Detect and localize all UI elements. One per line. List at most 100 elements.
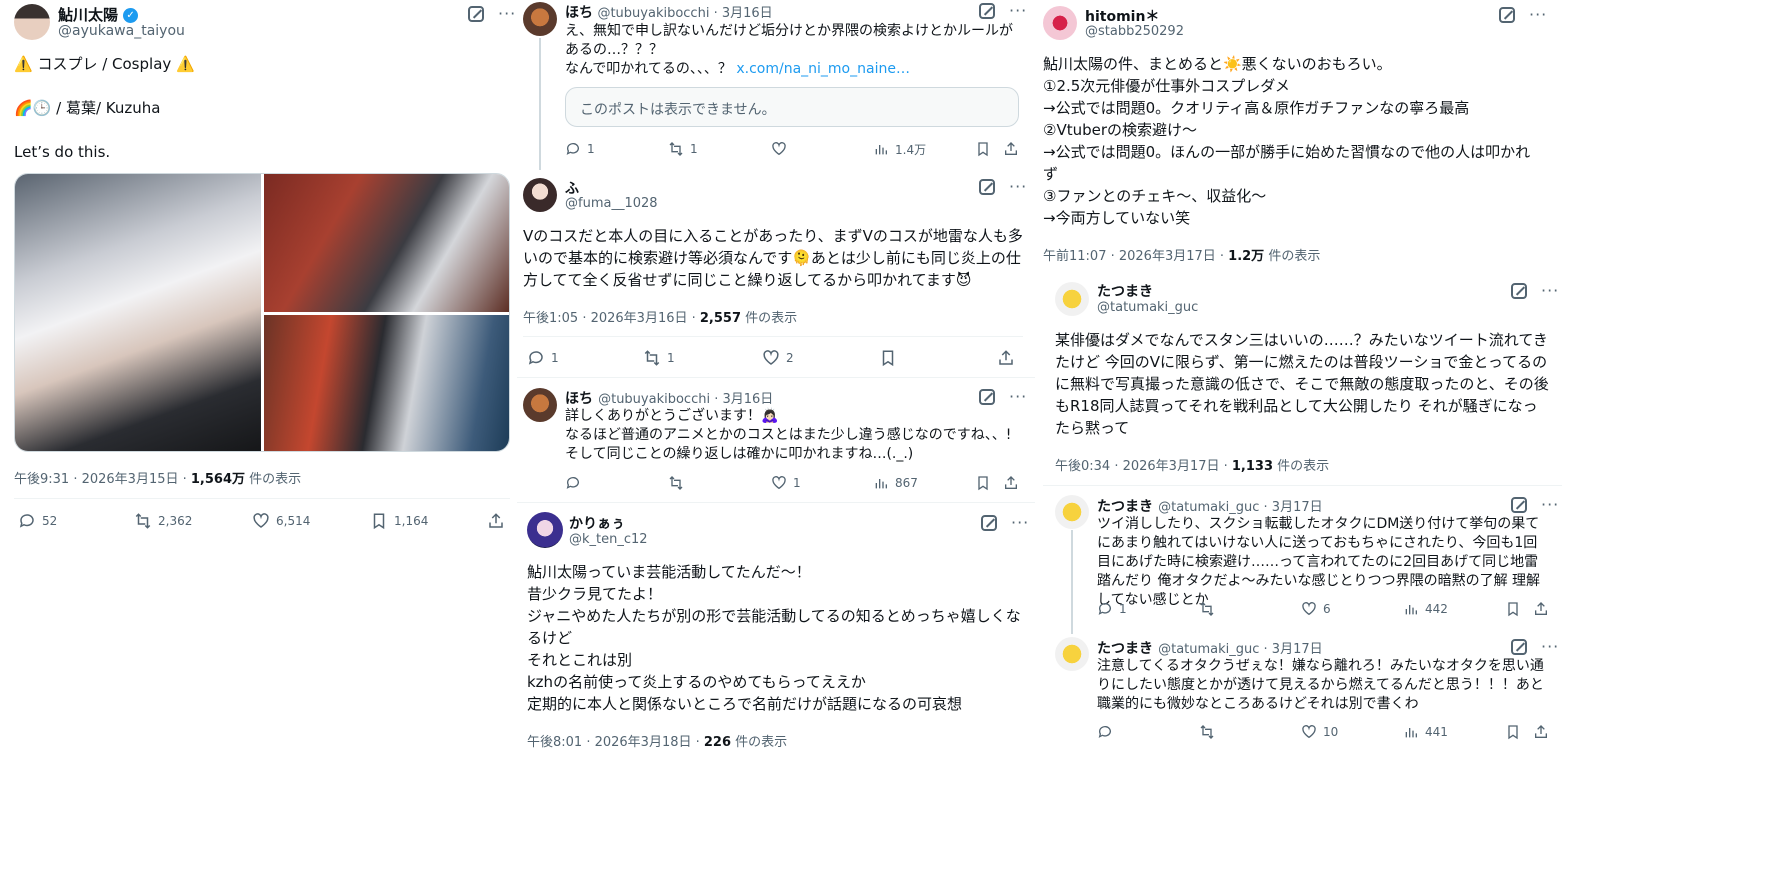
timestamp[interactable]: 午後8:01 · 2026年3月18日 · xyxy=(527,735,704,750)
grok-icon[interactable] xyxy=(1511,283,1527,299)
timestamp[interactable]: 午後9:31 · 2026年3月15日 · xyxy=(14,472,191,487)
author-name[interactable]: かりぁぅ xyxy=(569,513,625,533)
author-handle[interactable]: @tatumaki_guc · 3月17日 xyxy=(1158,500,1323,515)
author-handle[interactable]: @tubuyakibocchi · 3月16日 xyxy=(597,6,772,21)
bookmark-button[interactable]: 1,164 xyxy=(370,512,428,530)
views-button[interactable]: 442 xyxy=(1403,601,1448,617)
author-name[interactable]: ほち xyxy=(565,5,593,21)
grok-icon[interactable] xyxy=(979,389,995,405)
repost-button[interactable] xyxy=(668,475,690,491)
share-icon xyxy=(1005,476,1017,489)
reply-button[interactable]: 1 xyxy=(527,349,559,367)
bookmark-button[interactable] xyxy=(1505,601,1521,617)
author-handle[interactable]: @tatumaki_guc xyxy=(1097,300,1198,315)
repost-button[interactable] xyxy=(1199,601,1221,617)
bookmark-button[interactable] xyxy=(879,349,897,367)
more-icon[interactable]: ··· xyxy=(1009,179,1027,195)
author-name[interactable]: ほち xyxy=(565,391,593,407)
more-icon[interactable]: ··· xyxy=(1541,497,1559,513)
author-name[interactable]: たつまき xyxy=(1097,281,1153,301)
more-icon[interactable]: ··· xyxy=(1541,283,1559,299)
more-icon[interactable]: ··· xyxy=(1529,7,1547,23)
avatar[interactable] xyxy=(523,388,557,422)
view-count: 442 xyxy=(1425,602,1448,616)
like-button[interactable]: 6,514 xyxy=(252,512,310,530)
more-icon[interactable]: ··· xyxy=(1541,639,1559,655)
heart-icon xyxy=(763,350,779,365)
views-button[interactable]: 867 xyxy=(873,475,918,491)
bookmark-icon xyxy=(978,142,988,157)
repost-button[interactable]: 2,362 xyxy=(134,512,192,530)
reply-button[interactable] xyxy=(565,475,587,491)
avatar[interactable] xyxy=(1055,637,1089,671)
like-button[interactable]: 1 xyxy=(771,475,801,491)
tweet-line-1: ⚠️ コスプレ / Cosplay ⚠️ xyxy=(14,55,195,73)
photo-bottom-right[interactable] xyxy=(264,315,509,451)
bookmark-button[interactable] xyxy=(975,475,991,491)
avatar[interactable] xyxy=(14,4,50,40)
reply-button[interactable] xyxy=(1097,724,1119,740)
avatar[interactable] xyxy=(1043,6,1077,40)
share-button[interactable] xyxy=(1533,724,1549,740)
grok-icon[interactable] xyxy=(1511,639,1527,655)
avatar[interactable] xyxy=(523,2,557,36)
timestamp[interactable]: 午後1:05 · 2026年3月16日 · xyxy=(523,311,700,326)
photo-main[interactable] xyxy=(15,174,261,451)
author-handle[interactable]: @ayukawa_taiyou xyxy=(58,23,185,39)
share-button[interactable] xyxy=(997,349,1015,367)
tweet-link[interactable]: x.com/na_ni_mo_naine… xyxy=(736,61,910,77)
thread-line xyxy=(1071,530,1073,634)
share-button[interactable] xyxy=(1003,141,1019,157)
bookmark-button[interactable] xyxy=(975,141,991,157)
timestamp[interactable]: 午前11:07 · 2026年3月17日 · xyxy=(1043,249,1228,264)
verified-badge-icon: ✓ xyxy=(123,8,139,23)
tweet-line-3: Let’s do this. xyxy=(14,143,111,161)
more-icon[interactable]: ··· xyxy=(498,6,516,22)
like-button[interactable] xyxy=(771,141,793,157)
repost-icon xyxy=(644,350,660,366)
timestamp[interactable]: 午後0:34 · 2026年3月17日 · xyxy=(1055,459,1232,474)
bookmark-button[interactable] xyxy=(1505,724,1521,740)
author-name[interactable]: たつまき xyxy=(1097,641,1153,657)
author-handle[interactable]: @tatumaki_guc · 3月17日 xyxy=(1158,642,1323,657)
grok-icon[interactable] xyxy=(979,179,995,195)
views-button[interactable]: 1.4万 xyxy=(873,141,926,158)
share-button[interactable] xyxy=(1533,601,1549,617)
author-name[interactable]: ふ xyxy=(565,178,579,198)
author-name[interactable]: たつまき xyxy=(1097,499,1153,515)
reply-button[interactable]: 1 xyxy=(565,141,595,157)
photo-top-right[interactable] xyxy=(264,174,509,312)
more-icon[interactable]: ··· xyxy=(1009,3,1027,19)
views-suffix: 件の表示 xyxy=(1264,249,1321,264)
author-handle[interactable]: @fuma__1028 xyxy=(565,196,658,211)
reply-button[interactable]: 52 xyxy=(18,512,57,530)
author-name[interactable]: hitomin＊ xyxy=(1085,6,1159,26)
grok-icon[interactable] xyxy=(468,6,484,22)
avatar[interactable] xyxy=(523,178,557,212)
more-icon[interactable]: ··· xyxy=(1011,515,1029,531)
avatar[interactable] xyxy=(1055,282,1089,316)
avatar[interactable] xyxy=(1055,495,1089,529)
like-button[interactable]: 2 xyxy=(762,349,794,367)
share-button[interactable] xyxy=(487,512,505,530)
author-handle[interactable]: @tubuyakibocchi · 3月16日 xyxy=(598,392,773,407)
grok-icon[interactable] xyxy=(979,3,995,19)
reply-button[interactable]: 1 xyxy=(1097,601,1127,617)
views-button[interactable]: 441 xyxy=(1403,724,1448,740)
author-name[interactable]: 鮎川太陽 xyxy=(58,6,118,24)
more-icon[interactable]: ··· xyxy=(1009,389,1027,405)
like-button[interactable]: 10 xyxy=(1301,724,1338,740)
author-handle[interactable]: @stabb250292 xyxy=(1085,24,1184,39)
grok-icon[interactable] xyxy=(1499,7,1515,23)
repost-button[interactable]: 1 xyxy=(643,349,675,367)
author-handle[interactable]: @k_ten_c12 xyxy=(569,532,648,547)
grok-icon[interactable] xyxy=(1511,497,1527,513)
bookmark-icon xyxy=(373,513,385,530)
repost-button[interactable] xyxy=(1199,724,1221,740)
like-button[interactable]: 6 xyxy=(1301,601,1331,617)
share-button[interactable] xyxy=(1003,475,1019,491)
repost-button[interactable]: 1 xyxy=(668,141,698,157)
grok-icon[interactable] xyxy=(981,515,997,531)
repost-icon xyxy=(669,476,683,490)
avatar[interactable] xyxy=(527,512,563,548)
